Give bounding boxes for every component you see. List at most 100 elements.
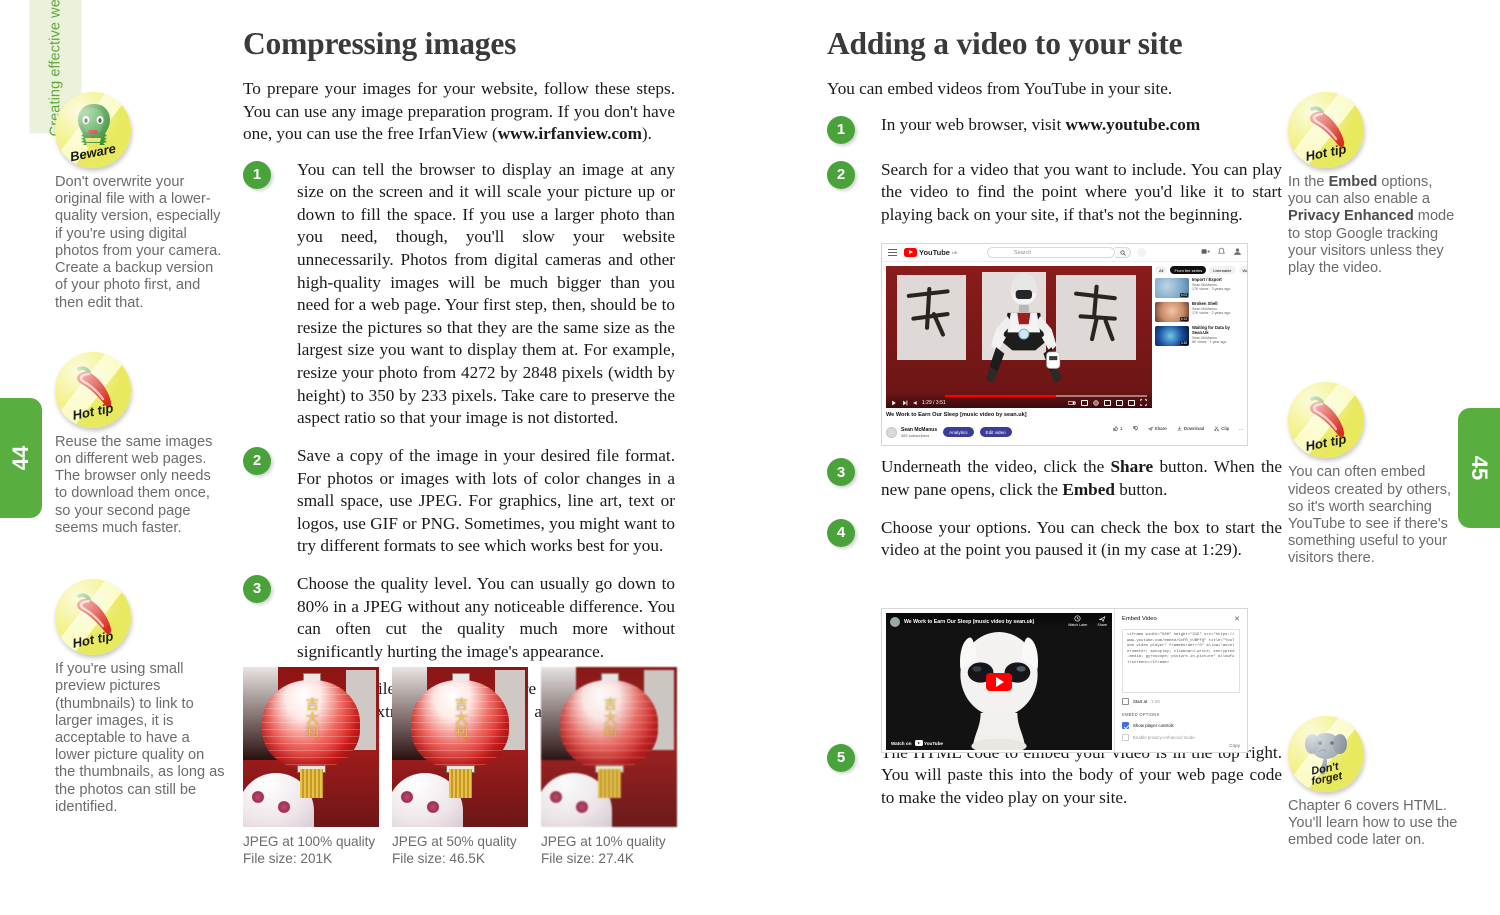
step-text: Underneath the video, click the Share bu… <box>881 456 1282 501</box>
chip-from-series[interactable]: From the series <box>1170 266 1207 274</box>
close-icon[interactable]: ✕ <box>1234 615 1240 623</box>
irfanview-link[interactable]: www.irfanview.com <box>498 124 642 143</box>
watch-later-label: Watch Later <box>1068 623 1088 627</box>
youtube-wordmark: YouTube <box>924 740 943 746</box>
download-button[interactable]: Download <box>1177 426 1204 431</box>
sidebar-video-item[interactable]: 4:03 Import / Export Sean McManus 17K vi… <box>1155 277 1243 298</box>
step-number: 3 <box>243 574 271 603</box>
video-thumbnail: 4:03 <box>1155 278 1189 298</box>
progress-bar[interactable] <box>944 395 1147 397</box>
channel-name: Sean McManus <box>901 426 938 433</box>
sample-quality: JPEG at 100% quality <box>243 834 376 849</box>
hamburger-menu-icon[interactable] <box>888 249 897 256</box>
sidebar-video-item[interactable]: 3:38 Waiting for Data by Sean.Uk Sean Mc… <box>1155 325 1243 346</box>
video-duration: 3:38 <box>1179 341 1188 345</box>
youtube-play-icon <box>904 248 917 257</box>
miniplayer-icon[interactable] <box>1104 399 1111 406</box>
intro-paragraph-left: To prepare your images for your website,… <box>243 78 675 146</box>
analytics-button[interactable]: Analytics <box>943 427 974 437</box>
thumbs-up-icon <box>1113 426 1118 431</box>
download-label: Download <box>1183 426 1205 431</box>
page-title-left: Compressing images <box>243 26 517 61</box>
video-meta: Import / Export Sean McManus 17K views ·… <box>1192 277 1230 298</box>
youtube-search-input[interactable]: Search <box>987 247 1115 258</box>
share-button[interactable]: Share <box>1097 615 1107 627</box>
player-controls[interactable]: 1:29 / 3:51 <box>886 392 1152 408</box>
robot-figure <box>986 272 1062 383</box>
embed-video-title: We Work to Earn Our Sleep (music video b… <box>904 618 1035 625</box>
show-controls-row[interactable]: Show player controls <box>1122 722 1240 729</box>
avatar[interactable] <box>1233 247 1242 256</box>
step-text: Search for a video that you want to incl… <box>881 159 1282 224</box>
embed-code-textarea[interactable]: <iframe width="560" height="315" src="ht… <box>1122 629 1240 693</box>
step-frag: button. <box>1114 479 1168 499</box>
edit-video-button[interactable]: Edit video <box>979 427 1012 437</box>
youtube-url[interactable]: www.youtube.com <box>1066 115 1201 134</box>
embed-video-preview[interactable]: We Work to Earn Our Sleep (music video b… <box>886 613 1112 750</box>
sample-quality: JPEG at 10% quality <box>541 834 666 849</box>
margin-note: Hot tip You can often embed videos creat… <box>1288 382 1458 567</box>
share-icon <box>1147 426 1153 431</box>
subtitles-icon[interactable] <box>1081 399 1088 406</box>
youtube-logo-text: YouTube <box>919 248 950 257</box>
privacy-mode-row[interactable]: Enable privacy-enhanced mode <box>1122 734 1240 741</box>
share-label: Share <box>1154 426 1167 431</box>
clip-button[interactable]: Clip <box>1214 426 1229 431</box>
lantern-glyphs: 吉大利 <box>454 698 468 741</box>
sample-filesize: File size: 27.4K <box>541 850 634 866</box>
video-title: We Work to Earn Our Sleep [music video b… <box>886 412 1027 418</box>
channel-avatar[interactable] <box>886 426 897 438</box>
show-controls-checkbox[interactable] <box>1122 722 1129 729</box>
sidebar-video-item[interactable]: 4:14 Broken Shell Sean McManus 17K views… <box>1155 301 1243 322</box>
margin-note-text: Chapter 6 covers HTML. You'll learn how … <box>1288 797 1458 849</box>
fullscreen-icon[interactable] <box>1140 399 1147 406</box>
copy-button[interactable]: Copy <box>1229 743 1240 748</box>
youtube-screenshot: YouTube UK Search 1:29 / 3:51 We Work to… <box>881 243 1248 446</box>
voice-search-icon[interactable] <box>1137 248 1146 257</box>
chip-watched[interactable]: Watched <box>1238 266 1247 274</box>
step-item: 1 In your web browser, visit www.youtube… <box>827 114 1282 144</box>
video-views: 8K views · 1 year ago <box>1192 339 1227 344</box>
dislike-button[interactable] <box>1132 426 1138 431</box>
step-number: 5 <box>827 743 855 772</box>
search-button[interactable] <box>1115 247 1131 258</box>
chip-all[interactable]: All <box>1155 266 1168 274</box>
page-number-tab-left: 44 <box>0 398 42 518</box>
share-button[interactable]: Share <box>1147 426 1167 431</box>
youtube-logo[interactable]: YouTube UK <box>904 248 958 257</box>
volume-icon[interactable] <box>913 400 919 406</box>
privacy-mode-checkbox[interactable] <box>1122 734 1129 741</box>
step-number: 1 <box>243 160 271 189</box>
start-at-row[interactable]: Start at 1:29 <box>1122 698 1240 705</box>
lantern-photo-50: 吉大利 <box>392 667 528 827</box>
watch-on-youtube[interactable]: Watch on YouTube <box>891 740 943 746</box>
step-item: 4 Choose your options. You can check the… <box>827 517 1282 562</box>
settings-gear-icon[interactable] <box>1093 399 1099 406</box>
youtube-video-player[interactable]: 1:29 / 3:51 <box>886 266 1152 408</box>
video-duration: 4:03 <box>1179 293 1188 297</box>
autoplay-icon[interactable] <box>1068 400 1076 406</box>
sample-item: 吉大利 JPEG at 50% quality File size: 46.5K <box>392 667 528 867</box>
create-video-icon[interactable] <box>1201 247 1210 256</box>
video-thumbnail: 3:38 <box>1155 326 1189 346</box>
video-action-buttons: 1 Share Download Clip ... <box>1113 426 1243 431</box>
search-placeholder: Search <box>1014 249 1032 256</box>
next-icon[interactable] <box>902 400 908 406</box>
like-button[interactable]: 1 <box>1113 426 1123 431</box>
video-timestamp: 1:29 / 3:51 <box>922 400 946 406</box>
step-text: Save a copy of the image in your desired… <box>297 445 675 556</box>
theater-mode-icon[interactable] <box>1116 399 1123 406</box>
play-button[interactable] <box>986 672 1012 691</box>
play-icon[interactable] <box>891 400 897 406</box>
pip-icon[interactable] <box>1128 399 1135 406</box>
step-item: 2 Search for a video that you want to in… <box>827 159 1282 227</box>
youtube-logo-country: UK <box>951 250 958 255</box>
more-actions-button[interactable]: ... <box>1239 426 1243 431</box>
channel-info[interactable]: Sean McManus 382 subscribers <box>901 427 937 438</box>
chip-listenable[interactable]: Listenable <box>1209 266 1236 274</box>
notifications-icon[interactable] <box>1217 247 1226 256</box>
watch-later-button[interactable]: Watch Later <box>1068 615 1087 627</box>
note-bold: Embed <box>1328 174 1378 190</box>
intro-frag: ). <box>641 124 652 144</box>
start-at-checkbox[interactable] <box>1122 698 1129 705</box>
